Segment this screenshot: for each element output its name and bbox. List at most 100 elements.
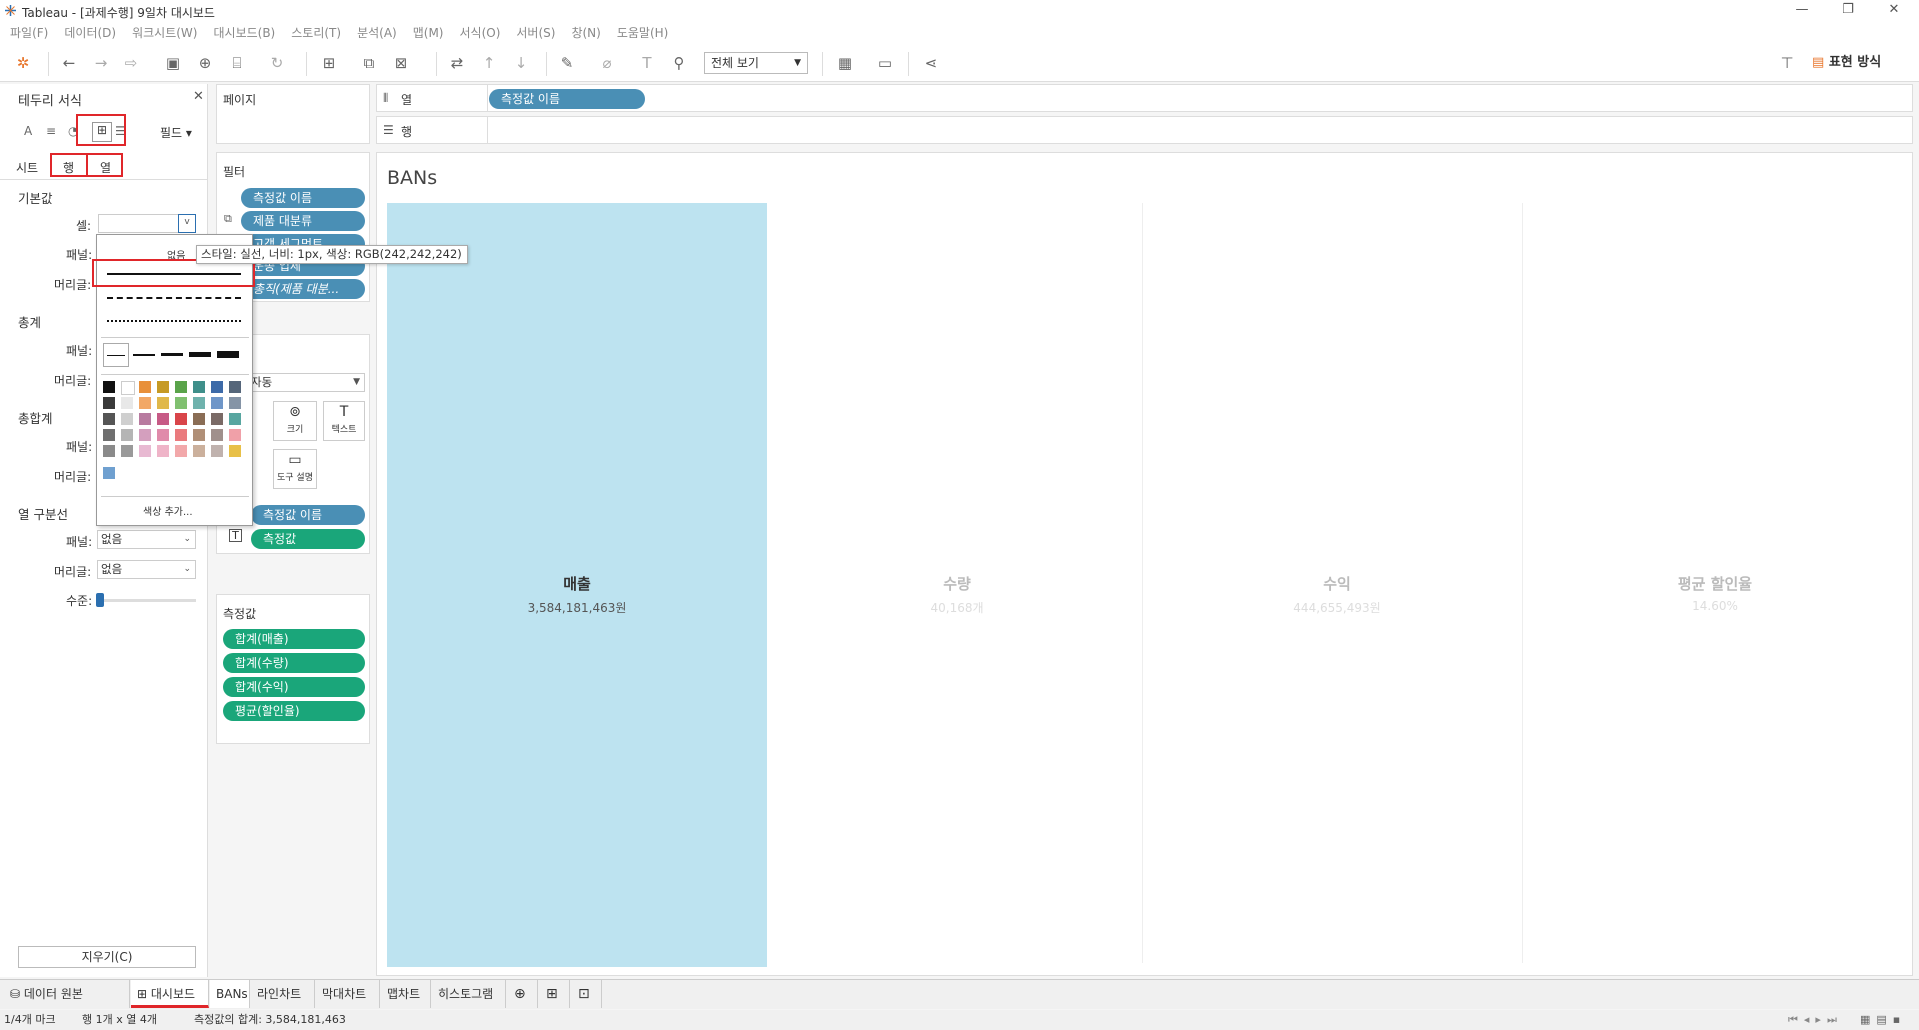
color-swatch[interactable] [175,429,187,441]
tab-barchart[interactable]: 막대차트 [316,980,380,1008]
ban-card-quantity[interactable]: 수량 40,168개 [767,203,1147,967]
pin-icon[interactable]: ⚲ [668,52,690,74]
color-swatch[interactable] [139,429,151,441]
fields-dropdown[interactable]: 필드 ▾ [160,124,192,141]
measure-pill[interactable]: 합계(매출) [223,629,365,649]
tab-datasource[interactable]: ⛁ 데이터 원본 [4,980,130,1008]
share-icon[interactable]: ⋖ [920,52,942,74]
menu-help[interactable]: 도움말(H) [617,22,669,44]
level-slider-track[interactable] [98,599,196,602]
color-swatch[interactable] [139,413,151,425]
measure-pill[interactable]: 합계(수익) [223,677,365,697]
columns-pill[interactable]: 측정값 이름 [489,89,645,109]
show-me-button[interactable]: ▤ 표현 방식 [1812,52,1881,74]
format-painter-icon[interactable]: ⊤ [1776,52,1798,74]
color-swatch[interactable] [157,429,169,441]
color-swatch[interactable] [193,397,205,409]
page-nav-icons[interactable]: ⏮◂▸⏭ [1788,1010,1843,1030]
menu-window[interactable]: 창(N) [571,22,600,44]
color-swatch[interactable] [211,445,223,457]
color-swatch[interactable] [121,397,133,409]
duplicate-sheet-icon[interactable]: ⧉ [358,52,380,74]
presentation-mode-icon[interactable]: ▭ [874,52,896,74]
redo-icon[interactable]: → [90,52,112,74]
ban-card-discount[interactable]: 평균 할인율 14.60% [1525,203,1905,967]
color-swatch[interactable] [193,445,205,457]
marks-size-button[interactable]: ⊚ 크기 [273,401,317,441]
menu-format[interactable]: 서식(O) [460,22,501,44]
color-swatch[interactable] [175,381,187,393]
sort-desc-icon[interactable]: ↓ [510,52,532,74]
tableau-home-icon[interactable]: ✲ [12,52,34,74]
measure-pill[interactable]: 합계(수량) [223,653,365,673]
color-swatch[interactable] [229,429,241,441]
save-icon[interactable]: ▣ [162,52,184,74]
datasource-icon[interactable]: ⌸ [226,52,248,74]
color-swatch[interactable] [229,413,241,425]
tab-linechart[interactable]: 라인차트 [251,980,315,1008]
menu-map[interactable]: 맵(M) [413,22,444,44]
marks-pill[interactable]: 측정값 [251,529,365,549]
mark-type-select[interactable]: 자동 ▼ [247,373,365,392]
color-swatch[interactable] [211,413,223,425]
marks-pill[interactable]: 측정값 이름 [251,505,365,525]
close-window-icon[interactable]: ✕ [1879,2,1909,20]
new-dashboard-tab-icon[interactable]: ⊞ [540,980,570,1008]
menu-worksheet[interactable]: 워크시트(W) [132,22,197,44]
color-swatch[interactable] [139,445,151,457]
level-slider-thumb[interactable] [96,593,104,607]
color-swatch[interactable] [193,413,205,425]
dotted-line-option[interactable] [107,320,241,322]
undo-icon[interactable]: ← [58,52,80,74]
color-swatch[interactable] [229,381,241,393]
filter-pill[interactable]: 총직(제품 대분... [241,279,365,299]
color-swatch[interactable] [157,397,169,409]
group-icon[interactable]: ⌀ [596,52,618,74]
view-mode-icons[interactable]: ▦▤▪ [1860,1010,1906,1030]
columns-shelf[interactable]: ⦀ 열 측정값 이름 [376,84,1913,112]
ban-card-profit[interactable]: 수익 444,655,493원 [1147,203,1527,967]
color-swatch[interactable] [157,413,169,425]
marks-tooltip-button[interactable]: ▭ 도구 설명 [273,449,317,489]
swap-rows-cols-icon[interactable]: ⇄ [446,52,468,74]
color-swatch[interactable] [103,381,115,393]
tab-dashboard[interactable]: ⊞ 대시보드 [131,980,209,1008]
filter-pill[interactable]: 제품 대분류 [241,211,365,231]
tab-bans[interactable]: BANs [210,980,250,1008]
menu-dashboard[interactable]: 대시보드(B) [213,22,275,44]
tab-mapchart[interactable]: 맵차트 [381,980,431,1008]
rows-shelf[interactable]: ☰ 행 [376,116,1913,144]
color-swatch[interactable] [175,397,187,409]
divider-pane-select[interactable]: 없음 ⌄ [97,530,196,549]
width-4-option[interactable] [189,352,211,357]
color-swatch[interactable] [193,381,205,393]
width-5-option[interactable] [217,351,239,358]
measure-pill[interactable]: 평균(할인율) [223,701,365,721]
show-cards-icon[interactable]: ▦ [832,52,858,74]
alignment-format-icon[interactable]: ≡ [46,124,56,138]
dashed-line-option[interactable] [107,297,241,299]
restore-icon[interactable]: ❐ [1833,2,1863,20]
color-swatch[interactable] [103,445,115,457]
color-swatch[interactable] [211,397,223,409]
menu-file[interactable]: 파일(F) [10,22,48,44]
color-palette[interactable] [103,381,247,481]
menu-data[interactable]: 데이터(D) [64,22,116,44]
new-datasource-icon[interactable]: ⊕ [194,52,216,74]
highlight-icon[interactable]: ✎ [556,52,578,74]
new-story-tab-icon[interactable]: ⊡ [572,980,602,1008]
color-swatch[interactable] [175,445,187,457]
menu-story[interactable]: 스토리(T) [291,22,341,44]
color-swatch[interactable] [103,429,115,441]
width-2-option[interactable] [133,354,155,356]
color-swatch[interactable] [139,397,151,409]
color-swatch[interactable] [139,381,151,393]
color-swatch[interactable] [229,397,241,409]
recent-color-swatch[interactable] [103,467,115,479]
color-swatch[interactable] [121,413,133,425]
divider-header-select[interactable]: 없음 ⌄ [97,560,196,579]
color-swatch[interactable] [103,397,115,409]
view-fit-select[interactable]: 전체 보기 ▼ [704,52,808,74]
width-3-option[interactable] [161,353,183,356]
menu-server[interactable]: 서버(S) [516,22,555,44]
